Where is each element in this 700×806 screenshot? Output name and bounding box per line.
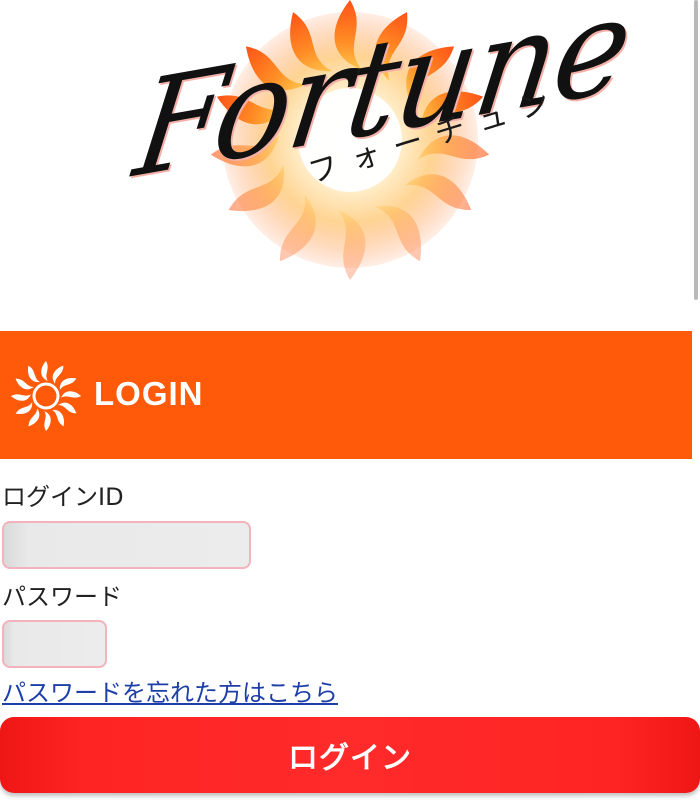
banner-title: LOGIN (94, 375, 204, 412)
login-id-input[interactable] (2, 521, 251, 569)
login-page: Fortune フォーチュン LOGIN ログインID パスワード パスワードを… (0, 0, 700, 806)
login-id-label: ログインID (2, 483, 124, 511)
login-banner: LOGIN (0, 331, 692, 459)
fortune-logo: Fortune フォーチュン (120, 0, 640, 300)
sun-icon (9, 359, 83, 433)
forgot-password-link[interactable]: パスワードを忘れた方はこちら (2, 679, 338, 708)
password-input[interactable] (2, 620, 107, 668)
page-bottom-edge (0, 800, 700, 806)
password-label: パスワード (2, 583, 122, 611)
login-button[interactable]: ログイン (0, 717, 700, 793)
scrollbar[interactable] (694, 0, 698, 300)
